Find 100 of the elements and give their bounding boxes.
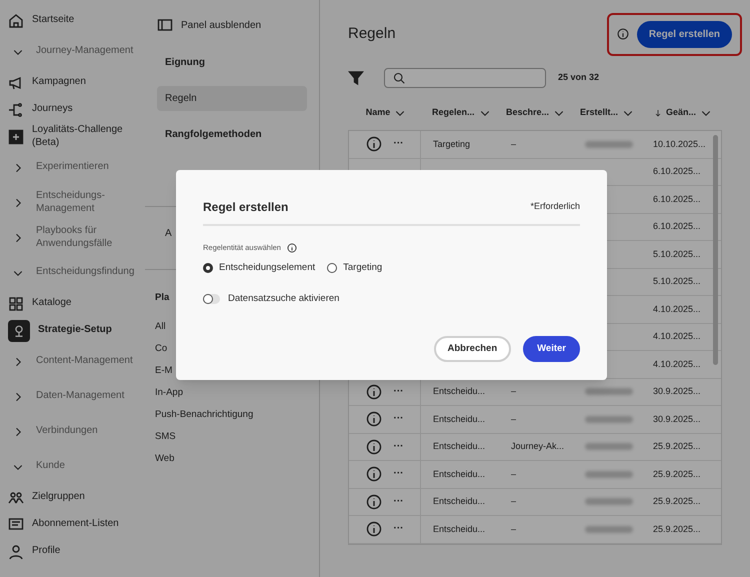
panel-item[interactable]: Web bbox=[155, 452, 174, 466]
more-actions-button[interactable]: ··· bbox=[394, 469, 404, 480]
column-header[interactable]: Geän... bbox=[646, 106, 720, 120]
more-actions-button[interactable]: ··· bbox=[394, 524, 404, 534]
toggle-label: Datensatzsuche aktivieren bbox=[228, 292, 340, 306]
panel-item[interactable]: Co bbox=[155, 342, 168, 356]
nav-section[interactable]: Verbindungen bbox=[8, 414, 145, 449]
column-header[interactable]: Beschre... bbox=[498, 106, 572, 120]
info-icon bbox=[366, 384, 382, 400]
table-cell-text: 30.9.2025... bbox=[652, 412, 702, 426]
radio-selected[interactable] bbox=[203, 263, 213, 274]
filter-icon bbox=[348, 70, 364, 86]
table-cell-text: Entscheidu... bbox=[432, 412, 486, 426]
search-icon bbox=[393, 72, 405, 84]
result-count: 25 von 32 bbox=[558, 71, 600, 84]
nav-section[interactable]: Daten-Management bbox=[8, 379, 145, 414]
panel-heading: Pla bbox=[155, 290, 170, 305]
panel-item[interactable]: Regeln bbox=[157, 86, 307, 110]
table-cell-text: 10.10.2025... bbox=[652, 138, 707, 150]
panel-item[interactable]: E-M bbox=[155, 364, 172, 378]
branch-icon bbox=[8, 102, 24, 118]
table-cell-text: 6.10.2025... bbox=[652, 165, 702, 178]
info-icon bbox=[366, 438, 382, 455]
radio-unselected[interactable] bbox=[327, 263, 338, 274]
nav-item[interactable]: Loyalitäts-Challenge (Beta) bbox=[8, 123, 145, 150]
toggle-switch[interactable] bbox=[203, 294, 220, 304]
table-cell-text: 6.10.2025... bbox=[652, 220, 702, 233]
more-actions-button[interactable]: ··· bbox=[394, 496, 404, 507]
panel-item[interactable]: SMS bbox=[155, 430, 176, 444]
table-cell-text: Entscheidu... bbox=[432, 468, 486, 480]
nav-item[interactable]: Profile bbox=[8, 538, 145, 565]
nav-item[interactable]: Zielgruppen bbox=[8, 484, 145, 511]
nav-item[interactable]: Startseite bbox=[8, 7, 145, 34]
info-icon bbox=[366, 466, 382, 482]
panel-item[interactable]: In-App bbox=[155, 386, 183, 400]
table-cell-text: – bbox=[510, 522, 518, 536]
table-cell-text: Targeting bbox=[432, 138, 472, 151]
nav-item[interactable]: Kampagnen bbox=[8, 69, 145, 96]
panel-heading: Rangfolgemethoden bbox=[164, 128, 263, 142]
nav-item[interactable]: Kataloge bbox=[8, 290, 145, 317]
cancel-button[interactable]: Abbrechen bbox=[434, 336, 512, 362]
nav-section[interactable]: Kunde bbox=[8, 449, 145, 484]
table-cell-text: – bbox=[510, 412, 518, 426]
required-note: *Erforderlich bbox=[530, 200, 580, 214]
panel-icon bbox=[157, 17, 173, 33]
info-icon bbox=[286, 242, 297, 253]
table-cell-text: 30.9.2025... bbox=[652, 385, 702, 398]
panel-item[interactable]: Push-Benachrichtigung bbox=[155, 408, 254, 422]
info-icon bbox=[366, 136, 382, 152]
challenge-icon bbox=[8, 128, 24, 144]
table-cell-text: 4.10.2025... bbox=[652, 330, 702, 343]
column-header[interactable]: Erstellt... bbox=[572, 106, 646, 120]
table-cell-text: – bbox=[510, 495, 518, 508]
nav-section[interactable]: Entscheidungsfindung bbox=[8, 255, 145, 290]
strategy-icon bbox=[8, 320, 30, 342]
nav-item[interactable]: Strategie-Setup bbox=[8, 317, 145, 344]
radio-option[interactable]: Entscheidungselement bbox=[203, 261, 316, 276]
nav-section[interactable]: Playbooks für Anwendungsfälle bbox=[8, 220, 145, 255]
table-cell-text: 25.9.2025... bbox=[652, 522, 702, 536]
more-actions-button[interactable]: ··· bbox=[394, 386, 404, 397]
radio-option[interactable]: Targeting bbox=[327, 261, 382, 276]
dialog-title: Regel erstellen bbox=[203, 199, 288, 216]
table-cell-text: – bbox=[510, 468, 518, 480]
panel-heading: Eignung bbox=[164, 56, 206, 70]
table-cell-text: – bbox=[510, 138, 518, 150]
home-icon bbox=[8, 12, 24, 28]
list-icon bbox=[8, 516, 24, 532]
table-cell-text: Entscheidu... bbox=[432, 440, 486, 453]
continue-button[interactable]: Weiter bbox=[523, 336, 580, 362]
hide-panel-button[interactable]: Panel ausblenden bbox=[157, 16, 307, 34]
column-header[interactable]: Regelen... bbox=[424, 106, 498, 120]
table-cell-text: 4.10.2025... bbox=[652, 302, 702, 316]
nav-item[interactable]: Abonnement-Listen bbox=[8, 511, 145, 538]
table-cell-text: 25.9.2025... bbox=[652, 495, 702, 508]
more-actions-button[interactable]: ··· bbox=[394, 442, 404, 452]
nav-section[interactable]: Entscheidungs-Management bbox=[8, 185, 145, 220]
nav-section[interactable]: Experimentieren bbox=[8, 150, 145, 185]
panel-item[interactable]: All bbox=[155, 320, 166, 334]
person-icon bbox=[8, 544, 24, 560]
catalog-icon bbox=[8, 296, 24, 312]
create-rule-button[interactable]: Regel erstellen bbox=[636, 20, 732, 48]
table-cell-text: 5.10.2025... bbox=[652, 275, 702, 288]
table-cell-text: 25.9.2025... bbox=[652, 440, 702, 453]
sort-arrow-icon bbox=[654, 109, 662, 117]
search-field[interactable] bbox=[384, 68, 546, 88]
people-icon bbox=[8, 490, 24, 506]
nav-section[interactable]: Journey-Management bbox=[8, 34, 145, 69]
table-cell-text: Entscheidu... bbox=[432, 522, 486, 536]
more-actions-button[interactable]: ··· bbox=[394, 139, 404, 150]
table-cell-text: – bbox=[510, 385, 518, 398]
page-title: Regeln bbox=[348, 24, 396, 44]
table-cell-text: Entscheidu... bbox=[432, 495, 486, 508]
table-cell-text: 25.9.2025... bbox=[652, 468, 702, 480]
table-cell-text: 6.10.2025... bbox=[652, 192, 702, 206]
nav-section[interactable]: Content-Management bbox=[8, 344, 145, 379]
info-icon bbox=[366, 411, 382, 428]
more-actions-button[interactable]: ··· bbox=[394, 414, 404, 424]
nav-item[interactable]: Journeys bbox=[8, 96, 145, 123]
column-header[interactable]: Name bbox=[348, 106, 424, 120]
table-cell-text: 5.10.2025... bbox=[652, 248, 702, 260]
